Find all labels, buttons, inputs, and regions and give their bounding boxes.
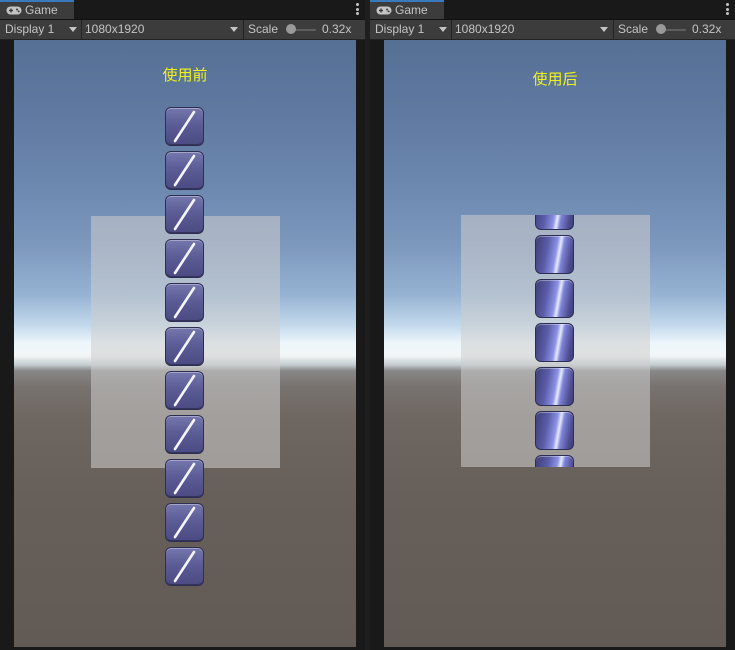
dropdown-caret-icon [600, 27, 608, 32]
heading-before: 使用前 [162, 66, 208, 84]
dropdown-caret-icon [69, 27, 77, 32]
gamepad-icon [376, 6, 392, 15]
image-tile [535, 455, 574, 467]
gamepad-icon [6, 6, 22, 15]
slider-knob-icon[interactable] [656, 24, 666, 34]
slider-knob-icon[interactable] [286, 24, 296, 34]
game-viewport: 使用后 [384, 40, 726, 647]
tab-bar: Game [370, 0, 735, 20]
display-dropdown[interactable]: Display 1 [5, 20, 80, 39]
tile-column [164, 106, 206, 596]
image-tile [165, 503, 204, 542]
game-viewport: 使用前 [14, 40, 356, 647]
image-tile [535, 215, 574, 230]
image-tile [165, 415, 204, 454]
tab-bar: Game [0, 0, 365, 20]
game-view-right: Game Display 1 1080x1920 Scale 0.32x 使用后 [370, 0, 735, 650]
image-tile [535, 367, 574, 406]
tile-column-masked [534, 215, 576, 467]
image-tile [165, 547, 204, 586]
scale-label: Scale [618, 22, 649, 36]
image-tile [165, 151, 204, 190]
scale-value: 0.32x [322, 22, 352, 36]
game-toolbar: Display 1 1080x1920 Scale 0.32x [370, 20, 735, 40]
tab-label: Game [395, 3, 428, 17]
scale-value: 0.32x [692, 22, 722, 36]
image-tile [165, 195, 204, 234]
image-tile [535, 279, 574, 318]
image-tile [165, 107, 204, 146]
image-tile [535, 235, 574, 274]
image-tile [535, 411, 574, 450]
display-label: Display 1 [5, 22, 55, 36]
image-tile [165, 459, 204, 498]
dropdown-caret-icon [439, 27, 447, 32]
image-tile [165, 283, 204, 322]
tab-game[interactable]: Game [0, 0, 74, 19]
resolution-label: 1080x1920 [455, 22, 515, 36]
game-toolbar: Display 1 1080x1920 Scale 0.32x [0, 20, 365, 40]
resolution-dropdown[interactable]: 1080x1920 [85, 20, 242, 39]
kebab-menu-icon[interactable] [726, 3, 729, 15]
image-tile [165, 239, 204, 278]
dropdown-caret-icon [230, 27, 238, 32]
tab-game[interactable]: Game [370, 0, 444, 19]
tab-label: Game [25, 3, 58, 17]
display-label: Display 1 [375, 22, 425, 36]
resolution-label: 1080x1920 [85, 22, 145, 36]
image-tile [165, 371, 204, 410]
heading-after: 使用后 [532, 70, 578, 88]
image-tile [165, 327, 204, 366]
image-tile [535, 323, 574, 362]
resolution-dropdown[interactable]: 1080x1920 [455, 20, 612, 39]
kebab-menu-icon[interactable] [356, 3, 359, 15]
scale-label: Scale [248, 22, 279, 36]
display-dropdown[interactable]: Display 1 [375, 20, 450, 39]
game-view-left: Game Display 1 1080x1920 Scale 0.32x 使用前 [0, 0, 365, 650]
